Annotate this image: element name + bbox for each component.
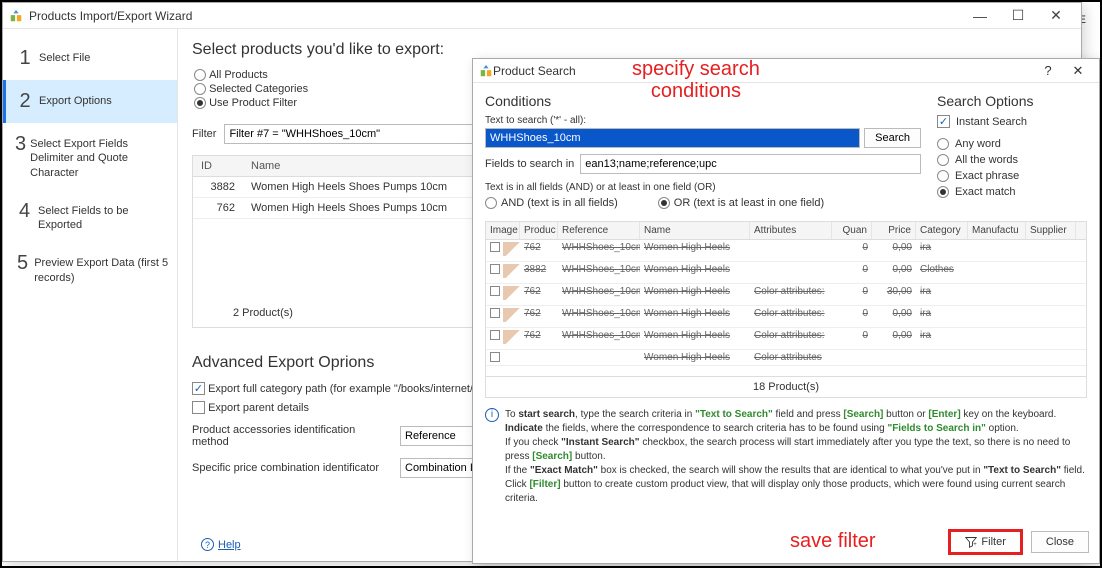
table-row[interactable]: 762WHHShoes_10cmWomen High HeelsColor at… (486, 284, 1086, 306)
andor-hint: Text is in all fields (AND) or at least … (485, 182, 921, 193)
accessories-label: Product accessories identification metho… (192, 424, 392, 448)
radio-and[interactable] (485, 197, 497, 209)
text-search-input[interactable] (485, 128, 860, 148)
filter-button[interactable]: + Filter (948, 529, 1022, 555)
close-button[interactable]: ✕ (1037, 3, 1075, 29)
svg-text:+: + (974, 542, 978, 548)
step-export-options[interactable]: 2Export Options (3, 80, 177, 123)
conditions-heading: Conditions (485, 93, 921, 109)
table-row[interactable]: 762WHHShoes_10cmWomen High Heels00,00ira (486, 240, 1086, 262)
fields-label: Fields to search in (485, 158, 574, 170)
radio-selected-categories[interactable] (194, 83, 206, 95)
ps-close-button[interactable]: ✕ (1063, 59, 1093, 83)
ps-titlebar: Product Search ? ✕ (473, 59, 1099, 83)
radio-or[interactable] (658, 197, 670, 209)
funnel-icon: + (965, 536, 977, 548)
chk-full-path[interactable]: ✓ (192, 382, 205, 395)
ps-help-button[interactable]: ? (1033, 59, 1063, 83)
table-row[interactable]: Women High HeelsColor attributes (486, 350, 1086, 366)
text-search-label: Text to search ('*' - all): (485, 115, 921, 126)
wizard-titlebar: Products Import/Export Wizard — ☐ ✕ (3, 3, 1081, 29)
filter-label: Filter (192, 128, 216, 140)
radio-use-filter[interactable] (194, 97, 206, 109)
radio-exactphrase[interactable] (937, 170, 949, 182)
app-icon (9, 9, 23, 23)
radio-all-products[interactable] (194, 69, 206, 81)
ps-result-count: 18 Product(s) (485, 377, 1087, 398)
info-icon: i (485, 408, 499, 422)
ps-title: Product Search (493, 64, 1033, 78)
fields-input[interactable] (580, 154, 921, 174)
table-row[interactable]: 762WHHShoes_10cmWomen High HeelsColor at… (486, 328, 1086, 350)
search-results-table: Image Produc Reference Name Attributes Q… (485, 221, 1087, 377)
minimize-button[interactable]: — (961, 3, 999, 29)
table-row[interactable]: 3882WHHShoes_10cmWomen High Heels00,00Cl… (486, 262, 1086, 284)
radio-exactmatch[interactable] (937, 186, 949, 198)
step-select-fields[interactable]: 4Select Fields to be Exported (3, 190, 177, 243)
main-heading: Select products you'd like to export: (192, 41, 1067, 59)
close-button[interactable]: Close (1031, 531, 1089, 553)
chk-instant[interactable]: ✓ (937, 115, 950, 128)
col-id[interactable]: ID (193, 156, 243, 176)
wizard-steps: 1Select File 2Export Options 3Select Exp… (3, 29, 178, 561)
step-preview[interactable]: 5Preview Export Data (first 5 records) (3, 242, 177, 295)
radio-anyword[interactable] (937, 138, 949, 150)
maximize-button[interactable]: ☐ (999, 3, 1037, 29)
product-search-dialog: Product Search ? ✕ Conditions Text to se… (472, 58, 1100, 564)
step-select-file[interactable]: 1Select File (3, 37, 177, 80)
wizard-title: Products Import/Export Wizard (29, 9, 961, 23)
step-delimiter[interactable]: 3Select Export Fields Delimiter and Quot… (3, 123, 177, 190)
combination-label: Specific price combination identificator (192, 462, 392, 474)
app-icon (479, 64, 493, 78)
radio-allwords[interactable] (937, 154, 949, 166)
options-heading: Search Options (937, 93, 1087, 109)
help-link[interactable]: ? Help (201, 538, 241, 551)
info-panel: i To start search, type the search crite… (485, 408, 1087, 506)
table-row[interactable]: 762WHHShoes_10cmWomen High HeelsColor at… (486, 306, 1086, 328)
chk-parent-details[interactable] (192, 401, 205, 414)
search-button[interactable]: Search (864, 128, 921, 148)
table-header: Image Produc Reference Name Attributes Q… (486, 222, 1086, 240)
